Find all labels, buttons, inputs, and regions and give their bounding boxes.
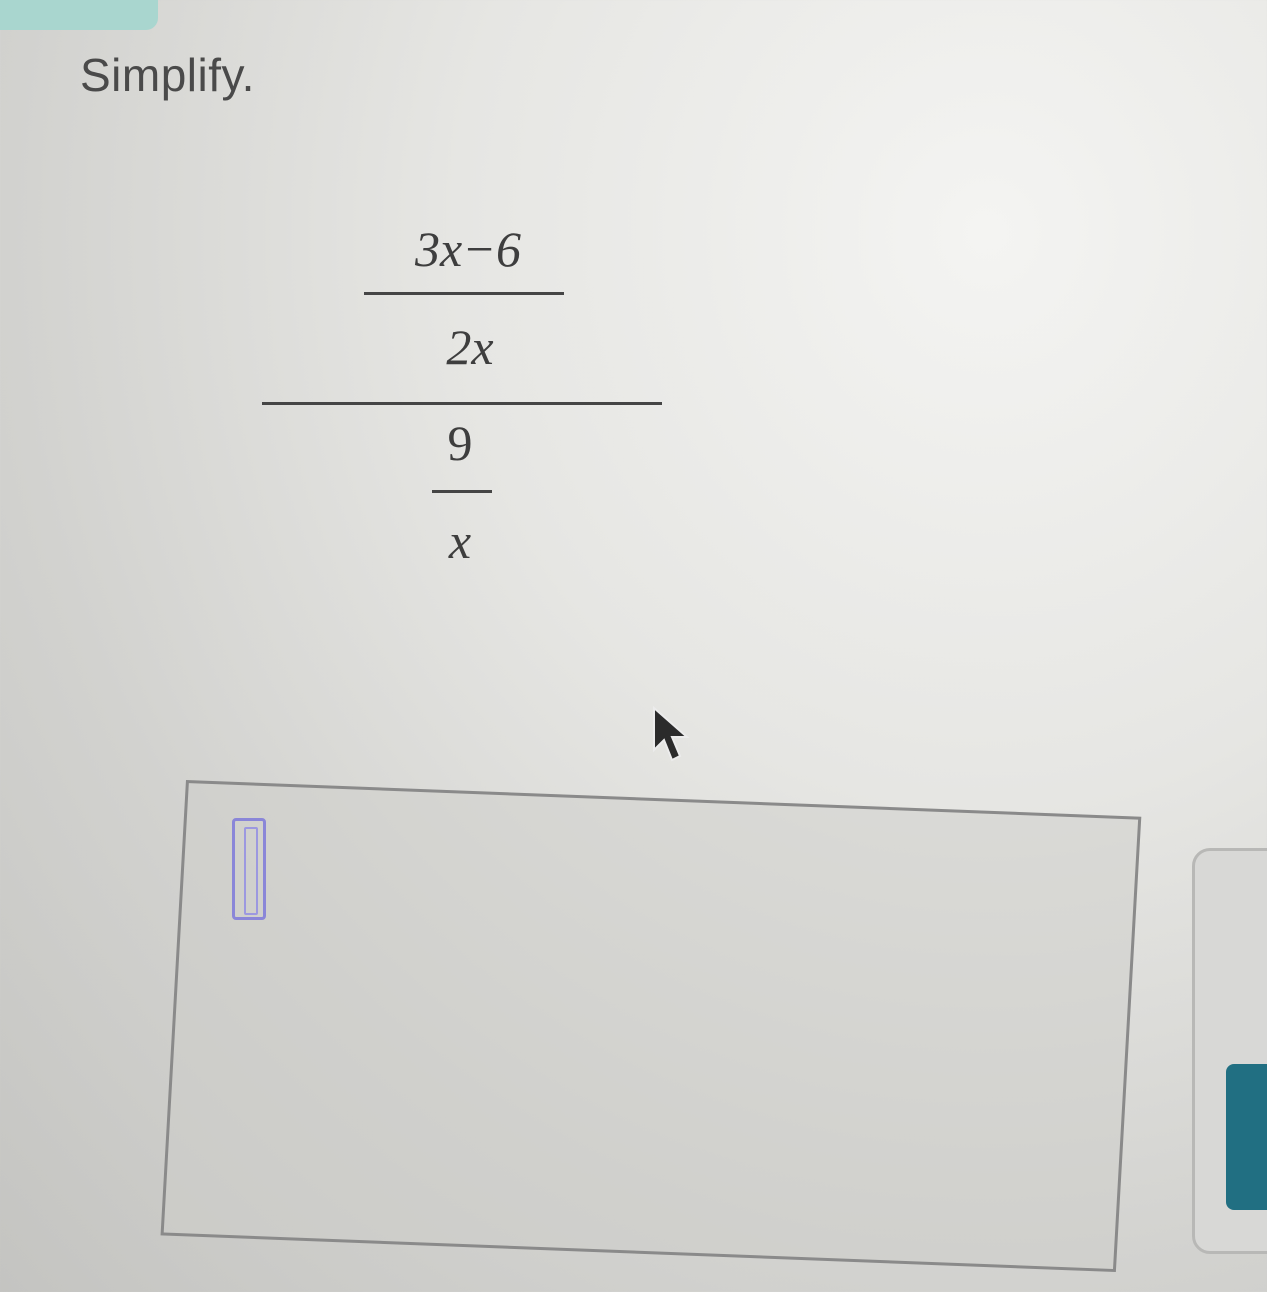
answer-entry-slot[interactable]	[232, 818, 266, 920]
main-fraction-bar	[262, 402, 662, 405]
inner-bottom-numerator: 9	[447, 415, 473, 471]
inner-bottom-denominator: x	[448, 513, 472, 569]
inner-top-numerator: 3x−6	[415, 221, 521, 277]
check-button[interactable]	[1226, 1064, 1267, 1210]
mouse-pointer-icon	[650, 705, 694, 771]
inner-top-fraction-bar	[364, 292, 564, 295]
question-prompt: Simplify.	[80, 49, 255, 101]
top-tab[interactable]	[0, 0, 158, 30]
inner-top-denominator: 2x	[446, 319, 494, 375]
answer-input[interactable]	[160, 780, 1142, 1273]
inner-bottom-fraction-bar	[432, 490, 492, 493]
